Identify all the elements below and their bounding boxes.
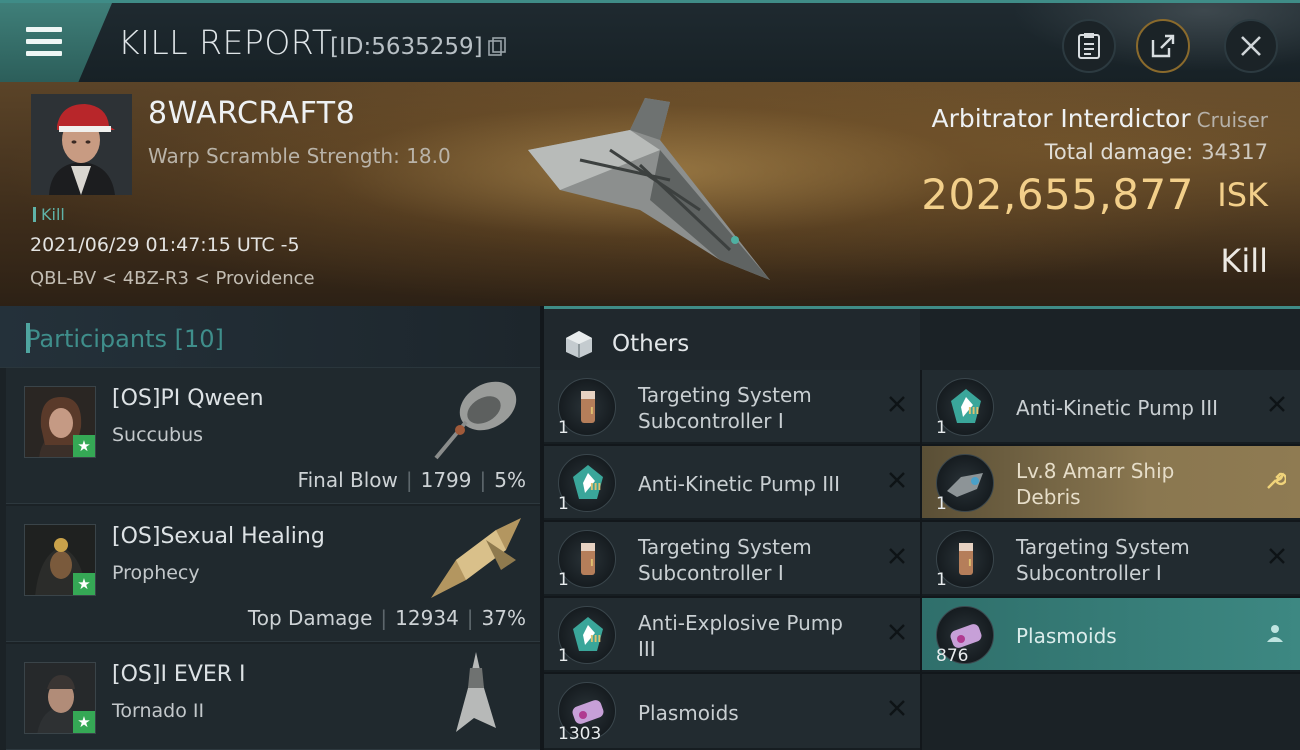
participants-title: Participants [10] [26,323,224,353]
victim-banner: 8WARCRAFT8 Warp Scramble Strength: 18.0 … [0,82,1300,306]
close-icon[interactable] [888,471,906,489]
item-qty: 1 [558,646,569,666]
item-qty: 1303 [558,724,602,744]
close-icon[interactable] [888,699,906,717]
victim-ship-name[interactable]: Arbitrator Interdictor Cruiser [932,104,1268,133]
star-icon: ★ [73,711,95,733]
others-header: Others [544,306,1300,370]
cube-icon [566,331,592,358]
item-qty: 1 [558,418,569,438]
item-name: Anti-Kinetic Pump III [638,472,840,496]
others-header-right [920,309,1300,370]
kill-result: Kill [1220,242,1268,280]
menu-button[interactable] [0,3,112,82]
tier-label: I [968,558,972,569]
tier-label: III [590,482,602,493]
share-button[interactable] [1136,19,1190,73]
pilot-portrait-icon [31,94,132,195]
kill-tag: Kill [33,205,65,224]
item-qty: 1 [558,494,569,514]
participant-ship-image [434,381,517,460]
participant-name: [OS]I EVER I [112,662,246,687]
participant-ship: Prophecy [112,562,200,584]
participant-row[interactable]: ★ [OS]I EVER I Tornado II [6,644,540,750]
header-bar: KILL REPORT [ID:5635259] [0,0,1300,82]
close-icon [1241,36,1261,56]
item-row[interactable]: III 1 Anti-Kinetic Pump III [922,370,1300,444]
item-row[interactable]: I 1 Targeting System Subcontroller I [544,522,920,596]
item-row[interactable]: III 1 Anti-Kinetic Pump III [544,446,920,520]
item-name: Lv.8 Amarr Ship Debris [1016,459,1175,509]
participant-avatar[interactable]: ★ [24,524,96,596]
item-name: Plasmoids [638,701,739,725]
victim-avatar[interactable] [31,94,132,195]
item-name: Plasmoids [1016,624,1117,648]
close-icon[interactable] [888,623,906,641]
kill-datetime: 2021/06/29 01:47:15 UTC -5 [30,234,300,256]
item-name: Anti-Kinetic Pump III [1016,396,1218,420]
close-button[interactable] [1224,19,1278,73]
clipboard-icon [1078,33,1100,59]
wrench-icon[interactable] [1264,470,1286,492]
item-qty: 1 [558,570,569,590]
participant-ship: Tornado II [112,700,205,722]
participant-avatar[interactable]: ★ [24,386,96,458]
close-icon[interactable] [888,547,906,565]
item-row[interactable]: I 1 Targeting System Subcontroller I [922,522,1300,596]
star-icon: ★ [73,435,95,457]
item-row[interactable]: I 1 Targeting System Subcontroller I [544,370,920,444]
participants-panel: Participants [10] ★ [OS]PI Qween Succubu… [0,306,540,750]
report-id: [ID:5635259] [330,34,483,60]
participant-row[interactable]: ★ [OS]PI Qween Succubus Final Blow | 1799 |… [6,368,540,504]
empty-slot [922,674,1300,750]
share-icon [1151,34,1175,58]
participant-avatar[interactable]: ★ [24,662,96,734]
others-title: Others [612,331,690,357]
close-icon[interactable] [888,395,906,413]
isk-value: 202,655,877 [921,170,1194,219]
tier-label: III [590,634,602,645]
participants-header[interactable]: Participants [10] [0,306,540,368]
hamburger-icon [26,27,62,57]
participant-ship: Succubus [112,424,204,446]
participant-name: [OS]Sexual Healing [112,524,325,549]
tier-label: III [968,406,980,417]
participant-stats: Top Damage | 12934 | 37% [247,606,526,630]
close-icon[interactable] [1268,395,1286,413]
warp-scramble-strength: Warp Scramble Strength: 18.0 [148,144,451,168]
copy-icon[interactable] [488,37,506,57]
clipboard-button[interactable] [1062,19,1116,73]
item-name: Targeting System Subcontroller I [638,535,812,585]
item-row[interactable]: 1 Lv.8 Amarr Ship Debris [922,446,1300,520]
item-qty: 1 [936,494,947,514]
item-qty: 876 [936,646,969,666]
item-qty: 1 [936,570,947,590]
item-row[interactable]: III 1 Anti-Explosive Pump III [544,598,920,672]
tier-label: I [590,406,594,417]
close-icon[interactable] [1268,547,1286,565]
item-name: Targeting System Subcontroller I [638,383,812,433]
page-title: KILL REPORT [118,23,333,62]
total-damage: Total damage: 34317 [1044,140,1268,164]
item-qty: 1 [936,418,947,438]
item-name: Targeting System Subcontroller I [1016,535,1190,585]
item-name: Anti-Explosive Pump III [638,611,843,661]
victim-name[interactable]: 8WARCRAFT8 [148,96,355,131]
item-row[interactable]: 876 Plasmoids [922,598,1300,672]
person-icon[interactable] [1264,622,1286,644]
participant-name: [OS]PI Qween [112,386,264,411]
tier-label: I [590,558,594,569]
kill-location[interactable]: QBL-BV < 4BZ-R3 < Providence [30,268,315,289]
participant-stats: Final Blow | 1799 | 5% [297,468,526,492]
participant-ship-image [431,518,521,598]
participant-ship-image [456,652,496,732]
isk-unit: ISK [1217,176,1268,214]
star-icon: ★ [73,573,95,595]
item-row[interactable]: 1303 Plasmoids [544,674,920,750]
victim-ship-image[interactable] [520,90,780,290]
participant-row[interactable]: ★ [OS]Sexual Healing Prophecy Top Damage… [6,506,540,642]
